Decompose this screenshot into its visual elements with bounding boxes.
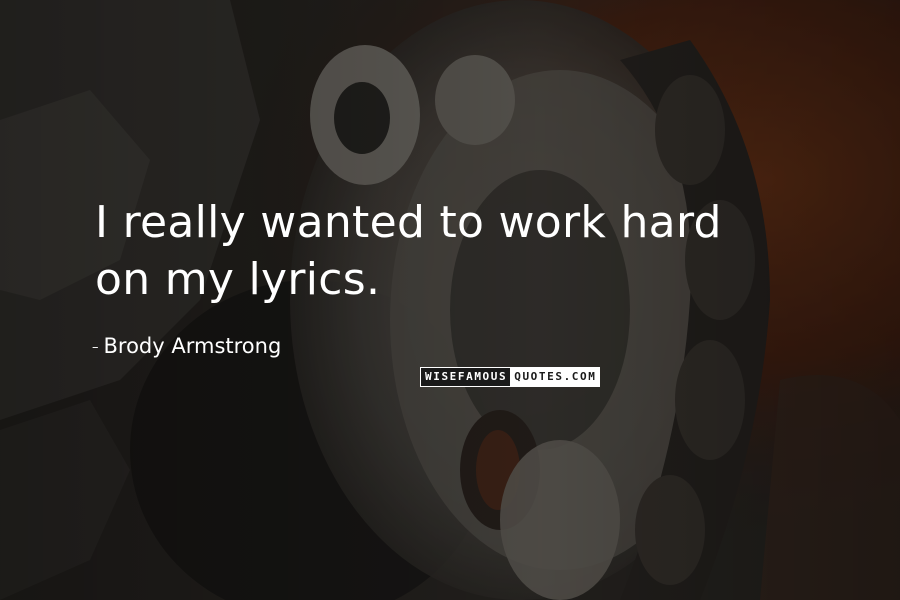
- watermark-part-2: QUOTES.COM: [510, 368, 600, 386]
- quote-line-1: I really wanted to work hard: [95, 197, 722, 248]
- quote-line-2: on my lyrics.: [95, 254, 381, 305]
- quote-text: I really wanted to work hard on my lyric…: [95, 194, 855, 308]
- watermark-logo: WISEFAMOUS QUOTES.COM: [420, 367, 601, 387]
- attribution-dash: –: [92, 339, 99, 355]
- watermark-part-1: WISEFAMOUS: [421, 368, 511, 386]
- attribution: – Brody Armstrong: [92, 334, 281, 358]
- author-name: Brody Armstrong: [103, 334, 282, 358]
